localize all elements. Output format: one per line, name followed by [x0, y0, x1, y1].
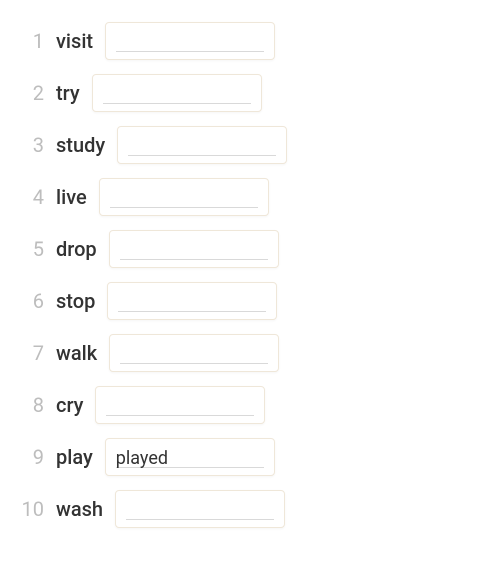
- input-underline: [103, 103, 251, 104]
- input-underline: [128, 155, 276, 156]
- prompt-word: wash: [56, 497, 103, 521]
- exercise-row: 2 try: [20, 74, 480, 112]
- item-number: 2: [20, 81, 44, 105]
- item-number: 4: [20, 185, 44, 209]
- answer-input[interactable]: played: [105, 438, 275, 476]
- exercise-row: 7 walk: [20, 334, 480, 372]
- answer-input[interactable]: [117, 126, 287, 164]
- item-number: 3: [20, 133, 44, 157]
- item-number: 6: [20, 289, 44, 313]
- prompt-word: try: [56, 81, 80, 105]
- exercise-row: 5 drop: [20, 230, 480, 268]
- exercise-row: 3 study: [20, 126, 480, 164]
- prompt-word: play: [56, 445, 93, 469]
- item-number: 5: [20, 237, 44, 261]
- item-number: 7: [20, 341, 44, 365]
- prompt-word: stop: [56, 289, 95, 313]
- item-number: 1: [20, 29, 44, 53]
- exercise-row: 1 visit: [20, 22, 480, 60]
- answer-input[interactable]: [95, 386, 265, 424]
- input-underline: [120, 363, 268, 364]
- answer-input[interactable]: [99, 178, 269, 216]
- answer-input[interactable]: [92, 74, 262, 112]
- prompt-word: live: [56, 185, 87, 209]
- input-underline: [106, 415, 254, 416]
- input-underline: [118, 311, 266, 312]
- prompt-word: visit: [56, 29, 93, 53]
- exercise-row: 8 cry: [20, 386, 480, 424]
- item-number: 8: [20, 393, 44, 417]
- item-number: 10: [20, 497, 44, 521]
- exercise-list: 1 visit 2 try 3 study 4 live 5 drop: [0, 0, 500, 562]
- input-underline: [110, 207, 258, 208]
- prompt-word: cry: [56, 393, 83, 417]
- prompt-word: drop: [56, 237, 97, 261]
- answer-input[interactable]: [109, 230, 279, 268]
- answer-value: played: [116, 450, 168, 469]
- answer-input[interactable]: [105, 22, 275, 60]
- answer-input[interactable]: [115, 490, 285, 528]
- prompt-word: walk: [56, 341, 97, 365]
- prompt-word: study: [56, 133, 105, 157]
- input-underline: [116, 51, 264, 52]
- exercise-row: 6 stop: [20, 282, 480, 320]
- answer-input[interactable]: [109, 334, 279, 372]
- input-underline: [126, 519, 274, 520]
- item-number: 9: [20, 445, 44, 469]
- exercise-row: 4 live: [20, 178, 480, 216]
- exercise-row: 9 play played: [20, 438, 480, 476]
- input-underline: [120, 259, 268, 260]
- answer-input[interactable]: [107, 282, 277, 320]
- exercise-row: 10 wash: [20, 490, 480, 528]
